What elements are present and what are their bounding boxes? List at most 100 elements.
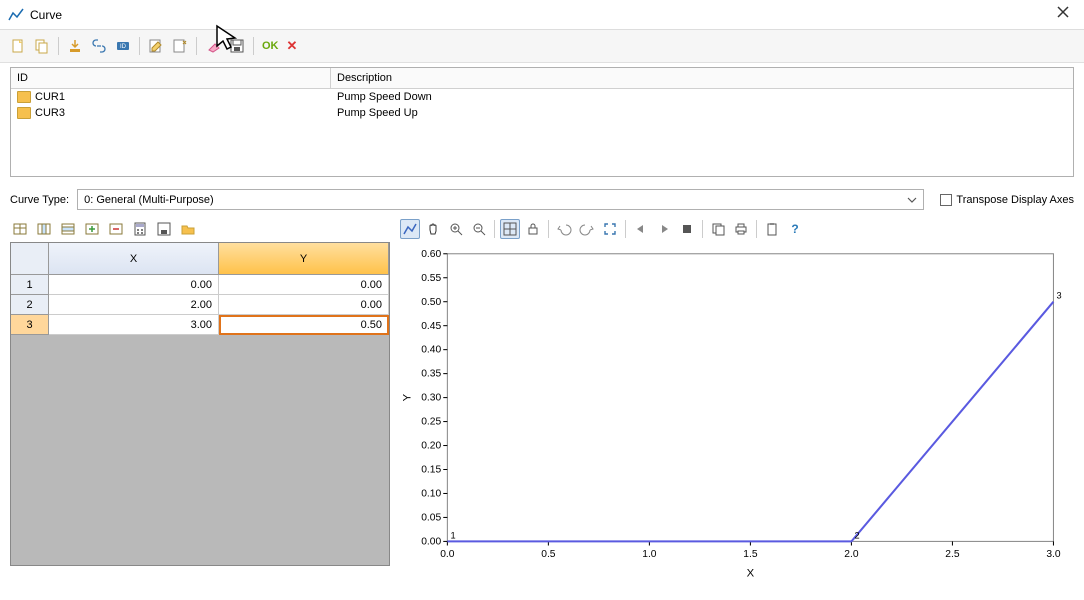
window-title: Curve bbox=[30, 8, 62, 22]
grid-cell-y[interactable]: 0.00 bbox=[219, 295, 389, 315]
grid-save-icon[interactable] bbox=[154, 219, 174, 239]
svg-text:Y: Y bbox=[401, 393, 413, 401]
id-badge-icon[interactable]: ID bbox=[113, 36, 133, 56]
zoom-out-icon[interactable] bbox=[469, 219, 489, 239]
svg-text:0.15: 0.15 bbox=[421, 465, 441, 476]
edit-icon[interactable] bbox=[146, 36, 166, 56]
step-back-icon[interactable] bbox=[631, 219, 651, 239]
list-id: CUR1 bbox=[35, 91, 65, 103]
grid-cell-y[interactable]: 0.00 bbox=[219, 275, 389, 295]
grid-row-index[interactable]: 1 bbox=[11, 275, 49, 295]
curve-type-select[interactable]: 0: General (Multi-Purpose) bbox=[77, 189, 924, 210]
grid-row-icon[interactable] bbox=[58, 219, 78, 239]
svg-text:0.0: 0.0 bbox=[440, 549, 455, 560]
svg-text:1.0: 1.0 bbox=[642, 549, 657, 560]
transpose-checkbox[interactable]: Transpose Display Axes bbox=[932, 194, 1074, 206]
fit-view-icon[interactable] bbox=[600, 219, 620, 239]
save-icon[interactable] bbox=[227, 36, 247, 56]
lock-axis-icon[interactable] bbox=[523, 219, 543, 239]
grid-calc-icon[interactable] bbox=[130, 219, 150, 239]
list-desc: Pump Speed Down bbox=[331, 89, 1073, 105]
svg-text:1: 1 bbox=[450, 530, 455, 540]
grid-row: 3 3.00 0.50 bbox=[11, 315, 389, 335]
folder-icon bbox=[17, 91, 31, 103]
svg-text:2: 2 bbox=[855, 530, 860, 540]
list-header-desc[interactable]: Description bbox=[331, 68, 1073, 88]
grid-table-icon[interactable] bbox=[10, 219, 30, 239]
grid-row-index[interactable]: 3 bbox=[11, 315, 49, 335]
grid-open-icon[interactable] bbox=[178, 219, 198, 239]
clipboard-icon[interactable] bbox=[762, 219, 782, 239]
print-icon[interactable] bbox=[731, 219, 751, 239]
curve-type-row: Curve Type: 0: General (Multi-Purpose) T… bbox=[0, 185, 1084, 216]
separator bbox=[196, 37, 197, 55]
redo-icon[interactable] bbox=[577, 219, 597, 239]
new-icon[interactable] bbox=[8, 36, 28, 56]
list-desc: Pump Speed Up bbox=[331, 105, 1073, 121]
separator bbox=[494, 220, 495, 238]
grid-header-y[interactable]: Y bbox=[219, 243, 389, 275]
data-grid[interactable]: X Y 1 0.00 0.00 2 2.00 0.00 3 3.00 0.50 bbox=[10, 242, 390, 566]
list-id: CUR3 bbox=[35, 107, 65, 119]
grid-row: 2 2.00 0.00 bbox=[11, 295, 389, 315]
zoom-in-icon[interactable] bbox=[446, 219, 466, 239]
grid-toggle-icon[interactable] bbox=[500, 219, 520, 239]
separator bbox=[58, 37, 59, 55]
svg-text:0.20: 0.20 bbox=[421, 441, 441, 452]
copy-icon[interactable] bbox=[32, 36, 52, 56]
curve-type-label: Curve Type: bbox=[10, 194, 69, 206]
grid-insert-icon[interactable] bbox=[82, 219, 102, 239]
stop-icon[interactable] bbox=[677, 219, 697, 239]
svg-text:0.30: 0.30 bbox=[421, 393, 441, 404]
svg-text:1.5: 1.5 bbox=[743, 549, 758, 560]
help-icon[interactable]: ? bbox=[785, 219, 805, 239]
pan-hand-icon[interactable] bbox=[423, 219, 443, 239]
separator bbox=[548, 220, 549, 238]
edit-out-icon[interactable] bbox=[170, 36, 190, 56]
separator bbox=[253, 37, 254, 55]
grid-cell-x[interactable]: 3.00 bbox=[49, 315, 219, 335]
svg-text:0.35: 0.35 bbox=[421, 369, 441, 380]
checkbox-icon bbox=[940, 194, 952, 206]
transpose-label: Transpose Display Axes bbox=[956, 194, 1074, 206]
list-row[interactable]: CUR3 Pump Speed Up bbox=[11, 105, 1073, 121]
grid-cell-x[interactable]: 2.00 bbox=[49, 295, 219, 315]
eraser-icon[interactable] bbox=[203, 36, 223, 56]
curve-type-value: 0: General (Multi-Purpose) bbox=[84, 194, 214, 206]
separator bbox=[625, 220, 626, 238]
cancel-button[interactable]: ✕ bbox=[285, 38, 300, 54]
grid-cell-x[interactable]: 0.00 bbox=[49, 275, 219, 295]
grid-row-index[interactable]: 2 bbox=[11, 295, 49, 315]
ok-button[interactable]: OK bbox=[260, 40, 281, 52]
svg-text:0.55: 0.55 bbox=[421, 273, 441, 284]
chart-area[interactable]: 0.000.050.100.150.200.250.300.350.400.45… bbox=[396, 242, 1074, 584]
grid-delete-icon[interactable] bbox=[106, 219, 126, 239]
svg-text:0.05: 0.05 bbox=[421, 513, 441, 524]
list-header-id[interactable]: ID bbox=[11, 68, 331, 88]
svg-text:0.50: 0.50 bbox=[421, 297, 441, 308]
grid-header-x[interactable]: X bbox=[49, 243, 219, 275]
list-header: ID Description bbox=[11, 68, 1073, 89]
svg-text:0.00: 0.00 bbox=[421, 536, 441, 547]
chart-line-icon[interactable] bbox=[400, 219, 420, 239]
step-fwd-icon[interactable] bbox=[654, 219, 674, 239]
undo-icon[interactable] bbox=[554, 219, 574, 239]
grid-cell-y[interactable]: 0.50 bbox=[219, 315, 389, 335]
svg-text:ID: ID bbox=[120, 44, 127, 50]
svg-text:0.40: 0.40 bbox=[421, 345, 441, 356]
close-button[interactable] bbox=[1050, 5, 1076, 24]
link-icon[interactable] bbox=[89, 36, 109, 56]
svg-text:3: 3 bbox=[1057, 291, 1062, 301]
grid-column-icon[interactable] bbox=[34, 219, 54, 239]
list-row[interactable]: CUR1 Pump Speed Down bbox=[11, 89, 1073, 105]
svg-text:3.0: 3.0 bbox=[1046, 549, 1061, 560]
import-down-icon[interactable] bbox=[65, 36, 85, 56]
svg-text:X: X bbox=[747, 567, 755, 579]
svg-text:0.10: 0.10 bbox=[421, 489, 441, 500]
curve-app-icon bbox=[8, 7, 24, 23]
chart-svg: 0.000.050.100.150.200.250.300.350.400.45… bbox=[396, 242, 1074, 584]
svg-text:2.0: 2.0 bbox=[844, 549, 859, 560]
svg-text:2.5: 2.5 bbox=[945, 549, 960, 560]
grid-corner[interactable] bbox=[11, 243, 49, 275]
copy-chart-icon[interactable] bbox=[708, 219, 728, 239]
